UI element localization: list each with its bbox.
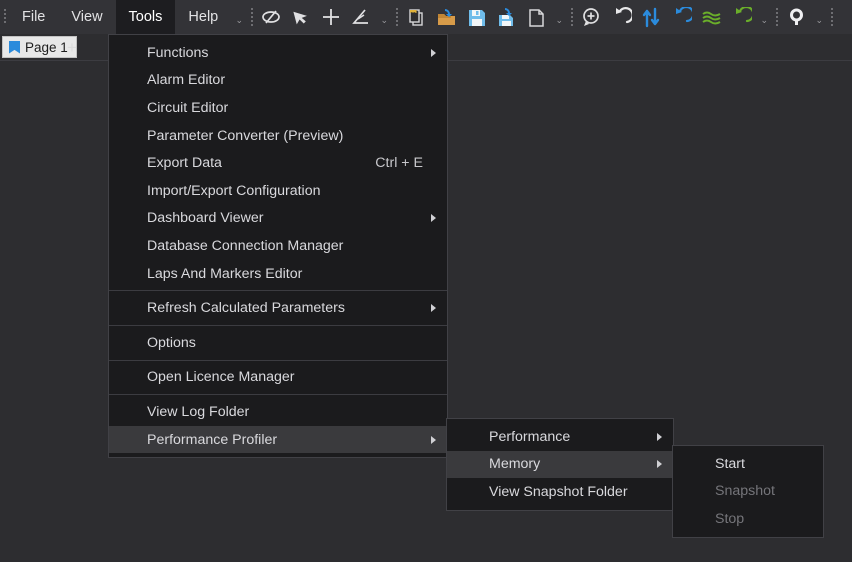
toolbar-overflow-file-tools-icon[interactable]: ⌄: [551, 0, 567, 34]
page-flag-icon: [9, 41, 20, 54]
new-workbook-icon[interactable]: [401, 0, 431, 34]
new-page-icon[interactable]: [521, 0, 551, 34]
arrow-cursor-icon[interactable]: [286, 0, 316, 34]
reset-green-icon[interactable]: [726, 0, 756, 34]
toolbar-overflow-search-tools-icon[interactable]: ⌄: [811, 0, 827, 34]
waves-icon[interactable]: [696, 0, 726, 34]
menubar-drag-handle[interactable]: [0, 0, 9, 34]
toolbar-drag-handle-end[interactable]: [827, 0, 836, 34]
chevron-right-icon: [431, 49, 436, 57]
toolbar-drag-handle-cursor-tools[interactable]: [247, 0, 256, 34]
toolbar-drag-handle-search-tools[interactable]: [772, 0, 781, 34]
angle-measure-icon[interactable]: [346, 0, 376, 34]
menu-item-label: View Snapshot Folder: [489, 484, 628, 500]
save-icon[interactable]: [461, 0, 491, 34]
toolbar-drag-handle-file-tools[interactable]: [392, 0, 401, 34]
menu-item-label: Functions: [147, 45, 209, 61]
menu-item-label: Export Data: [147, 155, 222, 171]
chevron-right-icon: [657, 460, 662, 468]
menu-item-view-snapshot-folder[interactable]: View Snapshot Folder: [447, 478, 673, 506]
menu-item-parameter-converter[interactable]: Parameter Converter (Preview): [109, 122, 447, 150]
menu-item-label: Stop: [715, 511, 744, 527]
open-folder-icon[interactable]: [431, 0, 461, 34]
menubar-overflow-chevron-icon[interactable]: ⌄: [231, 0, 247, 34]
menu-item-open-licence-manager[interactable]: Open Licence Manager: [109, 364, 447, 392]
menu-item-shortcut: Ctrl + E: [375, 155, 423, 171]
menu-item-label: Refresh Calculated Parameters: [147, 300, 345, 316]
menu-item-label: Dashboard Viewer: [147, 210, 263, 226]
menu-item-view-log-folder[interactable]: View Log Folder: [109, 398, 447, 426]
menu-item-label: Options: [147, 335, 196, 351]
sync-vertical-icon[interactable]: [636, 0, 666, 34]
menu-separator: [109, 290, 447, 291]
menu-item-functions[interactable]: Functions: [109, 39, 447, 67]
chevron-right-icon: [431, 214, 436, 222]
menu-item-laps-and-markers-editor[interactable]: Laps And Markers Editor: [109, 260, 447, 288]
menu-item-label: Alarm Editor: [147, 72, 225, 88]
menu-item-stop: Stop: [673, 505, 823, 533]
menu-memory: Start Snapshot Stop: [672, 445, 824, 538]
menu-item-label: View Log Folder: [147, 404, 249, 420]
undo-zoom-icon[interactable]: [606, 0, 636, 34]
menu-item-alarm-editor[interactable]: Alarm Editor: [109, 67, 447, 95]
menu-item-refresh-calculated-parameters[interactable]: Refresh Calculated Parameters: [109, 294, 447, 322]
menu-separator: [109, 325, 447, 326]
menu-separator: [109, 360, 447, 361]
toolbar-overflow-cursor-tools-icon[interactable]: ⌄: [376, 0, 392, 34]
menu-item-label: Database Connection Manager: [147, 238, 343, 254]
menu-item-dashboard-viewer[interactable]: Dashboard Viewer: [109, 205, 447, 233]
menu-item-start[interactable]: Start: [673, 450, 823, 478]
chevron-right-icon: [431, 304, 436, 312]
zoom-in-icon[interactable]: [576, 0, 606, 34]
reset-blue-icon[interactable]: [666, 0, 696, 34]
no-cursor-icon[interactable]: [256, 0, 286, 34]
menu-separator: [109, 394, 447, 395]
chevron-right-icon: [431, 436, 436, 444]
menu-item-database-connection-manager[interactable]: Database Connection Manager: [109, 232, 447, 260]
application-window: File View Tools Help ⌄: [0, 0, 852, 562]
menu-item-label: Circuit Editor: [147, 100, 228, 116]
menu-item-import-export-configuration[interactable]: Import/Export Configuration: [109, 177, 447, 205]
crosshair-cursor-icon[interactable]: [316, 0, 346, 34]
menubar-item-help[interactable]: Help: [175, 0, 231, 34]
menu-item-label: Performance Profiler: [147, 432, 277, 448]
menu-bar: File View Tools Help ⌄: [0, 0, 852, 34]
menu-item-label: Start: [715, 456, 745, 472]
menu-item-options[interactable]: Options: [109, 329, 447, 357]
toolbar-overflow-view-tools-icon[interactable]: ⌄: [756, 0, 772, 34]
menu-item-memory[interactable]: Memory: [447, 451, 673, 479]
menu-item-label: Import/Export Configuration: [147, 183, 321, 199]
toolbar-drag-handle-view-tools[interactable]: [567, 0, 576, 34]
menu-tools: Functions Alarm Editor Circuit Editor Pa…: [108, 34, 448, 458]
menu-item-label: Snapshot: [715, 483, 775, 499]
menu-item-snapshot: Snapshot: [673, 478, 823, 506]
menu-item-export-data[interactable]: Export Data Ctrl + E: [109, 149, 447, 177]
menubar-item-view[interactable]: View: [58, 0, 115, 34]
menu-item-performance-profiler[interactable]: Performance Profiler: [109, 426, 447, 454]
chevron-right-icon: [657, 433, 662, 441]
menu-item-circuit-editor[interactable]: Circuit Editor: [109, 94, 447, 122]
menu-item-label: Memory: [489, 456, 540, 472]
menu-item-label: Laps And Markers Editor: [147, 266, 302, 282]
menu-item-label: Parameter Converter (Preview): [147, 128, 343, 144]
menubar-item-tools[interactable]: Tools: [116, 0, 176, 34]
save-as-icon[interactable]: [491, 0, 521, 34]
menubar-item-file[interactable]: File: [9, 0, 58, 34]
menu-item-label: Open Licence Manager: [147, 369, 295, 385]
menu-item-performance[interactable]: Performance: [447, 423, 673, 451]
magnifier-icon[interactable]: [781, 0, 811, 34]
menu-item-label: Performance: [489, 429, 570, 445]
menu-performance-profiler: Performance Memory View Snapshot Folder: [446, 418, 674, 511]
add-page-button[interactable]: +: [60, 36, 84, 58]
